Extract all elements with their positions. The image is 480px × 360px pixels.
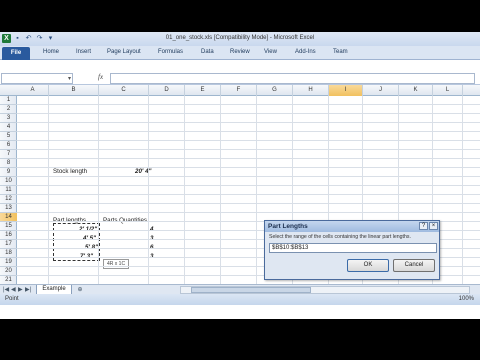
- prev-sheet-button[interactable]: ◀: [11, 286, 16, 293]
- row-header-3[interactable]: 3: [0, 114, 17, 123]
- gridline-horizontal: [17, 158, 480, 159]
- selection-size-tooltip: 4R x 1C: [103, 259, 130, 269]
- row-header-9[interactable]: 9: [0, 168, 17, 177]
- column-header-l[interactable]: L: [433, 85, 463, 96]
- row-header-11[interactable]: 11: [0, 186, 17, 195]
- row-header-12[interactable]: 12: [0, 195, 17, 204]
- column-header-d[interactable]: D: [149, 85, 185, 96]
- gridline-horizontal: [17, 194, 480, 195]
- horizontal-scrollbar[interactable]: [180, 286, 470, 294]
- column-header-h[interactable]: H: [293, 85, 329, 96]
- row-header-14[interactable]: 14: [0, 213, 17, 222]
- insert-function-icon[interactable]: fx: [98, 73, 103, 81]
- column-header-e[interactable]: E: [185, 85, 221, 96]
- row-header-7[interactable]: 7: [0, 150, 17, 159]
- help-button[interactable]: ?: [419, 222, 428, 230]
- gridline-horizontal: [17, 203, 480, 204]
- gridline-vertical: [462, 96, 463, 284]
- gridline-horizontal: [17, 176, 480, 177]
- formula-input[interactable]: [110, 73, 475, 84]
- row-headers: 1 2 3 4 5 6 7 8 9 10 11 12 13 14 15 16 17 18 19 20 21: [0, 96, 17, 284]
- title-bar: X ▪ ↶ ↷ ▾ 01_one_stock.xls [Compatibilit…: [0, 32, 480, 46]
- gridline-horizontal: [17, 185, 480, 186]
- gridline-vertical: [256, 96, 257, 284]
- tab-team[interactable]: Team: [333, 49, 348, 55]
- column-header-i[interactable]: I: [329, 85, 363, 96]
- gridline-horizontal: [17, 122, 480, 123]
- gridline-vertical: [98, 96, 99, 284]
- gridline-vertical: [48, 96, 49, 284]
- name-box[interactable]: [1, 73, 73, 84]
- tab-file[interactable]: File: [2, 47, 30, 60]
- excel-window: X ▪ ↶ ↷ ▾ 01_one_stock.xls [Compatibilit…: [0, 32, 480, 319]
- tab-review[interactable]: Review: [230, 49, 250, 55]
- tab-data[interactable]: Data: [201, 49, 214, 55]
- next-sheet-button[interactable]: ▶: [18, 286, 23, 293]
- column-header-c[interactable]: C: [99, 85, 149, 96]
- row-header-17[interactable]: 17: [0, 240, 17, 249]
- gridline-horizontal: [17, 104, 480, 105]
- row-header-8[interactable]: 8: [0, 159, 17, 168]
- gridline-horizontal: [17, 140, 480, 141]
- column-header-j[interactable]: J: [363, 85, 399, 96]
- row-header-19[interactable]: 19: [0, 258, 17, 267]
- gridline-horizontal: [17, 149, 480, 150]
- gridline-vertical: [220, 96, 221, 284]
- gridline-vertical: [184, 96, 185, 284]
- window-title: 01_one_stock.xls [Compatibility Mode] - …: [165, 35, 315, 41]
- status-mode: Point: [5, 296, 19, 302]
- last-sheet-button[interactable]: ▶|: [25, 286, 31, 293]
- row-header-1[interactable]: 1: [0, 96, 17, 105]
- column-header-g[interactable]: G: [257, 85, 293, 96]
- tab-page-layout[interactable]: Page Layout: [107, 49, 141, 55]
- tab-view[interactable]: View: [264, 49, 277, 55]
- insert-sheet-icon[interactable]: ⊕: [74, 286, 86, 294]
- row-header-2[interactable]: 2: [0, 105, 17, 114]
- row-header-13[interactable]: 13: [0, 204, 17, 213]
- ok-button[interactable]: OK: [347, 259, 389, 272]
- tab-home[interactable]: Home: [43, 49, 59, 55]
- row-header-4[interactable]: 4: [0, 123, 17, 132]
- tab-add-ins[interactable]: Add-Ins: [295, 49, 316, 55]
- row-header-18[interactable]: 18: [0, 249, 17, 258]
- tab-insert[interactable]: Insert: [76, 49, 91, 55]
- cancel-button[interactable]: Cancel: [393, 259, 435, 272]
- selection-marquee: [53, 223, 100, 261]
- column-header-f[interactable]: F: [221, 85, 257, 96]
- row-header-15[interactable]: 15: [0, 222, 17, 231]
- column-headers: ABCDEFGHIJKL: [0, 85, 480, 96]
- sheet-tab-bar: |◀ ◀ ▶ ▶| Example ⊕: [0, 284, 480, 295]
- close-button[interactable]: ×: [429, 222, 438, 230]
- ribbon-tabs: File Home Insert Page Layout Formulas Da…: [0, 46, 480, 60]
- row-header-16[interactable]: 16: [0, 231, 17, 240]
- gridline-horizontal: [17, 113, 480, 114]
- row-header-5[interactable]: 5: [0, 132, 17, 141]
- range-input[interactable]: $B$10:$B$13: [269, 243, 437, 253]
- first-sheet-button[interactable]: |◀: [3, 286, 9, 293]
- row-header-20[interactable]: 20: [0, 267, 17, 276]
- cell-b4-stock-label[interactable]: Stock length: [53, 167, 87, 176]
- scrollbar-thumb[interactable]: [191, 287, 311, 293]
- gridline-horizontal: [17, 212, 480, 213]
- formula-bar: fx: [0, 72, 480, 85]
- status-bar: Point 100%: [0, 294, 480, 305]
- row-header-21[interactable]: 21: [0, 276, 17, 284]
- column-header-k[interactable]: K: [399, 85, 433, 96]
- tab-formulas[interactable]: Formulas: [158, 49, 183, 55]
- part-lengths-dialog: Part Lengths ? × Select the range of the…: [264, 220, 440, 280]
- gridline-horizontal: [17, 167, 480, 168]
- row-header-10[interactable]: 10: [0, 177, 17, 186]
- row-header-6[interactable]: 6: [0, 141, 17, 150]
- gridline-vertical: [148, 96, 149, 284]
- dialog-title: Part Lengths: [265, 221, 439, 232]
- zoom-level[interactable]: 100%: [459, 296, 474, 302]
- dialog-prompt: Select the range of the cells containing…: [269, 234, 411, 240]
- column-header-a[interactable]: A: [17, 85, 49, 96]
- gridline-horizontal: [17, 131, 480, 132]
- column-header-b[interactable]: B: [49, 85, 99, 96]
